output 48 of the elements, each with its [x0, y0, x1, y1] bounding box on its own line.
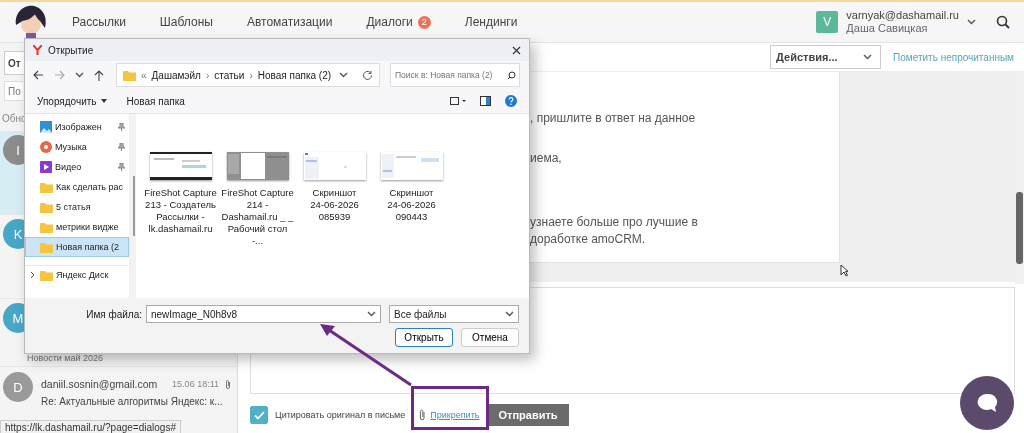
open-button[interactable]: Открыть	[395, 328, 453, 347]
path-separator: ›	[249, 69, 253, 81]
avatar: D	[3, 372, 33, 402]
breadcrumb[interactable]: Дашамэйл	[151, 69, 201, 81]
cancel-button[interactable]: Отмена	[461, 328, 519, 347]
file-item[interactable]: FireShot Capture 213 - Создатель Рассылки - lk.dashamail.ru	[144, 152, 217, 235]
search-field[interactable]: По	[4, 81, 23, 101]
count-badge: 2	[417, 15, 431, 29]
message-subject: Новости май 2026	[27, 352, 104, 365]
message-text: иема,	[530, 151, 562, 165]
path-separator: ›	[205, 69, 210, 81]
file-type-select[interactable]: Все файлы	[389, 305, 519, 323]
attach-link[interactable]: Прикрепить	[430, 410, 480, 420]
message-text: доработке amoCRM.	[530, 232, 646, 246]
nav-link[interactable]: Лендинги	[464, 15, 518, 29]
message-text: , пришлите в ответ на данное	[530, 111, 696, 125]
nav-item[interactable]: Новая папка (2	[25, 237, 129, 257]
dialog-title: Открытие	[48, 44, 94, 56]
breadcrumb[interactable]: Новая папка (2)	[257, 69, 332, 81]
nav-item[interactable]: 5 статья	[25, 197, 129, 217]
status-url: https://lk.dashamail.ru/?page=dialogs#	[0, 420, 181, 433]
message-text: узнаете больше про лучшие в	[530, 215, 698, 229]
quote-label: Цитировать оригинал в письме	[275, 410, 406, 420]
send-button[interactable]: Отправить	[487, 404, 569, 426]
nav-item[interactable]: Как сделать рас	[25, 177, 129, 197]
organize-menu[interactable]: Упорядочить	[37, 95, 107, 107]
nav-item[interactable]: Яндекс Диск	[25, 265, 129, 285]
actions-dropdown[interactable]: Действия...	[770, 45, 882, 69]
new-folder-button[interactable]: Новая папка	[126, 95, 185, 107]
filename-label: Имя файла:	[86, 308, 142, 320]
nav-link[interactable]: Рассылки	[72, 15, 126, 29]
nav-link[interactable]: Шаблоны	[159, 15, 213, 29]
nav-item[interactable]: Изображен	[25, 117, 129, 137]
filename-field[interactable]: newImage_N0h8v8	[146, 305, 381, 323]
path-prefix: «	[141, 69, 147, 81]
message-subject: Re: Актуальные алгоритмы Яндекс: к...	[41, 395, 223, 408]
user-name: Даша Савицкая	[846, 22, 929, 35]
breadcrumb[interactable]: статьи	[214, 69, 245, 81]
message-time: 15.06 18:11	[172, 379, 219, 389]
sender-email: daniil.sosnin@gmail.com	[41, 378, 158, 390]
file-item[interactable]: FireShot Capture 214 - Dashamail.ru _ _ Рабочий стол -...	[221, 152, 294, 247]
nav-link[interactable]: Диалоги 2	[366, 15, 431, 29]
address-bar[interactable]: « Дашамэйл › статьи › Новая папка (2)	[116, 63, 380, 87]
file-item[interactable]: Скриншот 24-06-2026 085939	[298, 152, 371, 223]
file-item[interactable]: Скриншот 24-06-2026 090443	[375, 152, 448, 223]
nav-link[interactable]: Автоматизации	[246, 15, 333, 29]
user-email: varnyak@dashamail.ru	[846, 9, 959, 22]
search-field[interactable]: Поиск в: Новая папка (2)	[390, 63, 520, 87]
